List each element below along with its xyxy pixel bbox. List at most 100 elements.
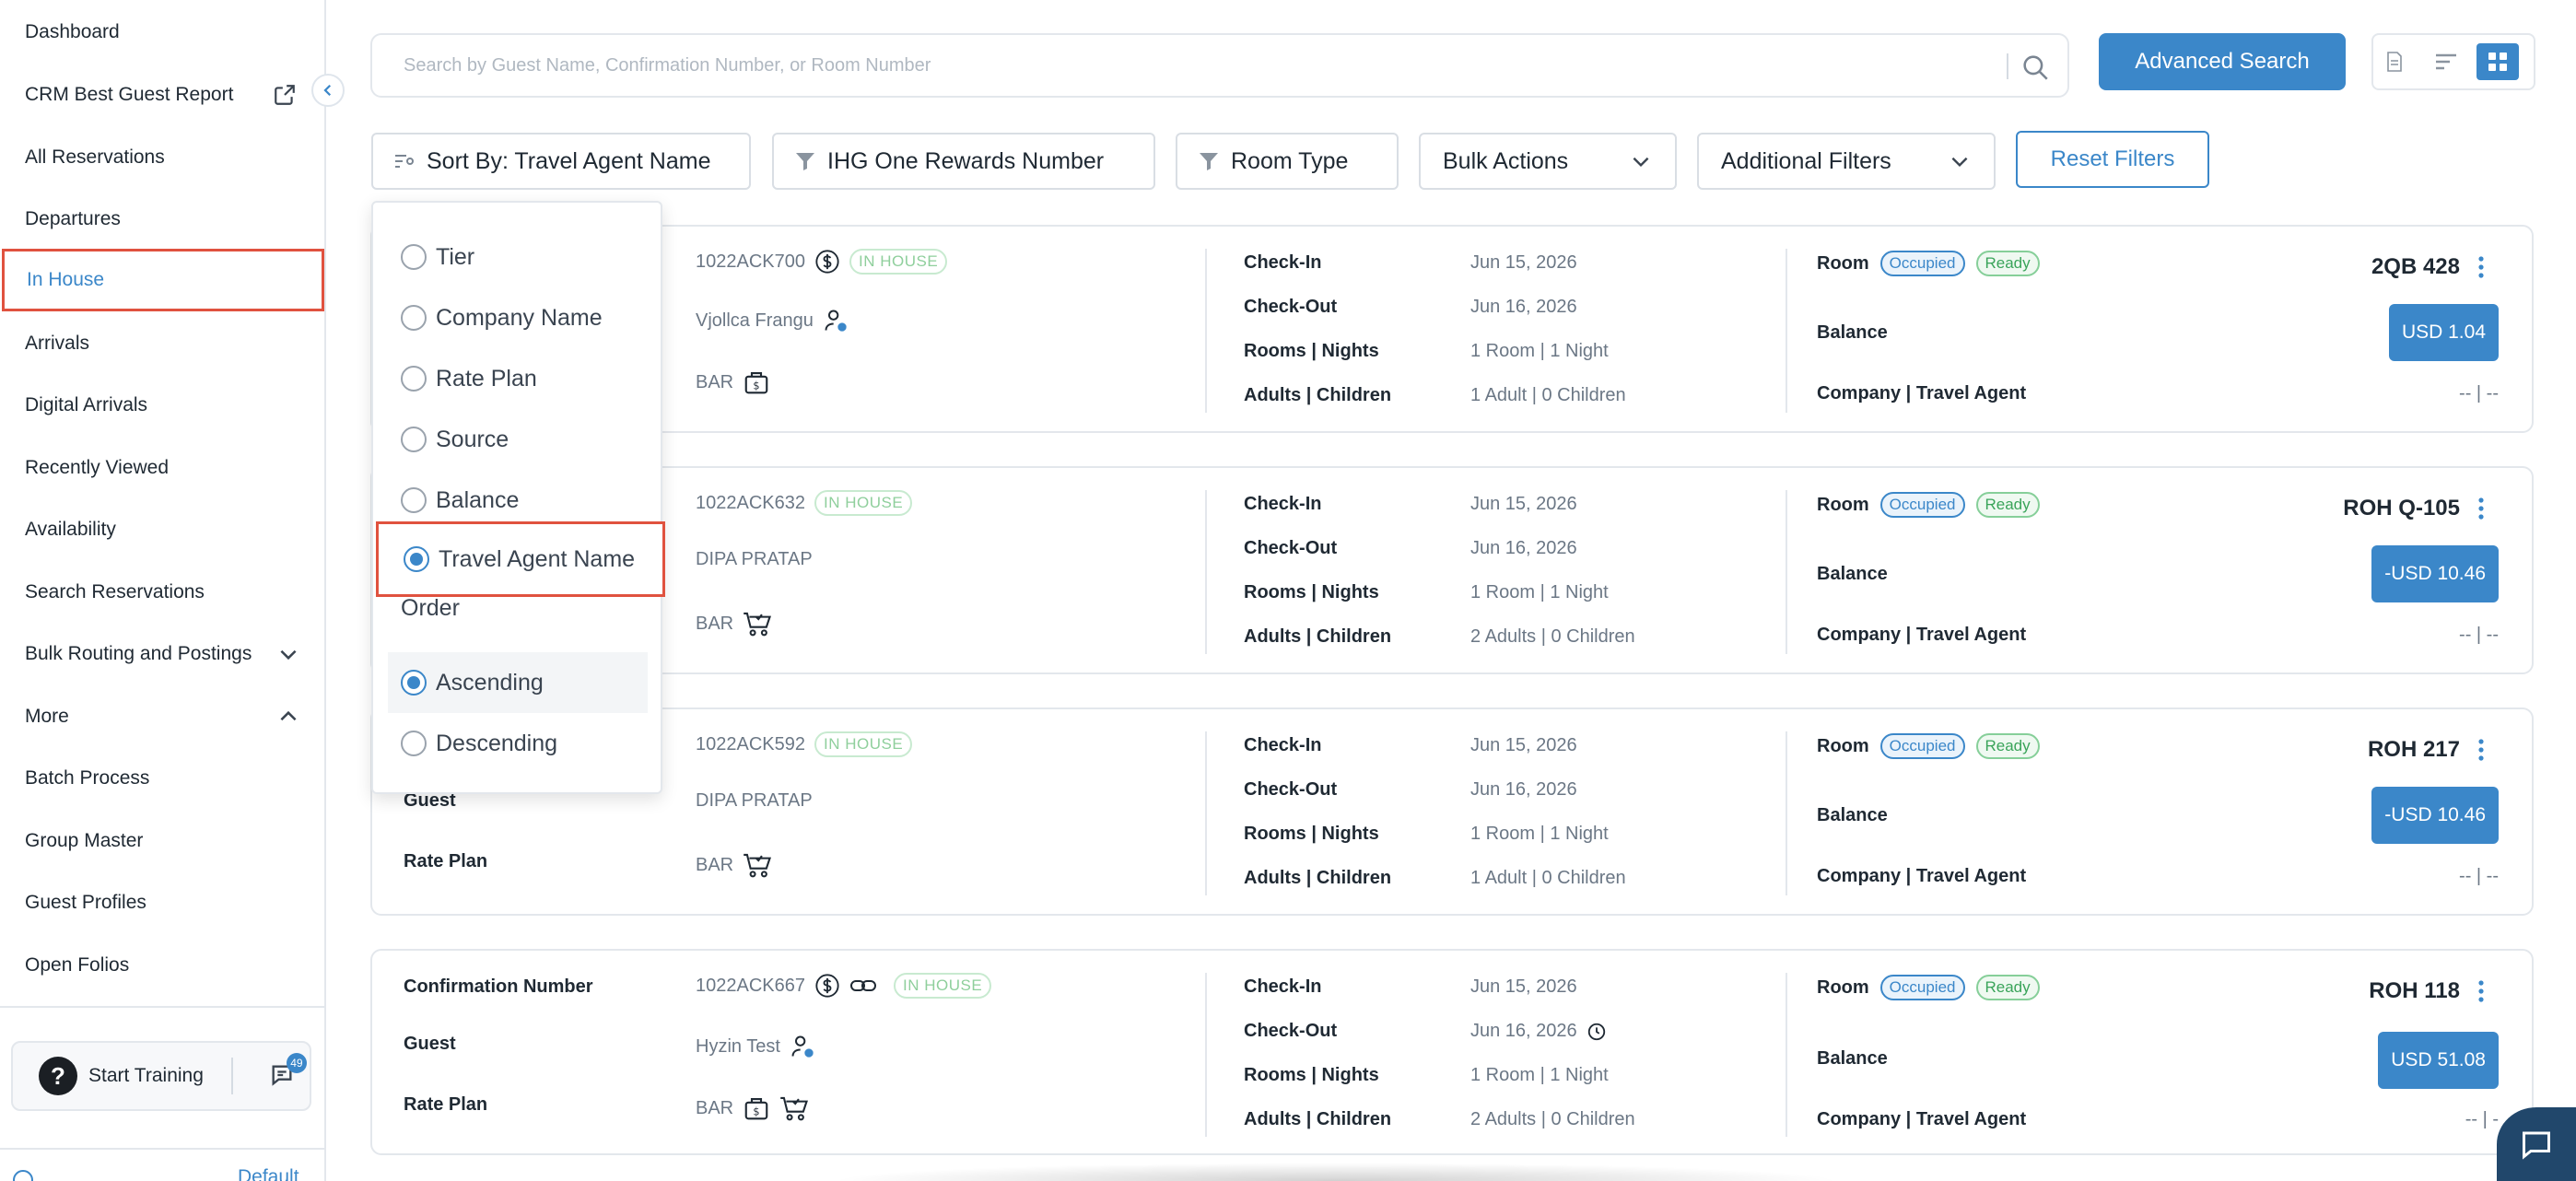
sidebar-item-label: Group Master bbox=[25, 830, 144, 851]
sidebar-item-label: Batch Process bbox=[25, 767, 150, 789]
sort-option-travel-agent-name[interactable]: Travel Agent Name bbox=[376, 521, 665, 597]
grid-view-button[interactable] bbox=[2476, 43, 2519, 80]
confirmation-number[interactable]: 1022ACK700 bbox=[696, 251, 805, 273]
balance-button[interactable]: USD 1.04 bbox=[2388, 304, 2499, 361]
radio-button[interactable] bbox=[401, 427, 427, 452]
radio-button[interactable] bbox=[401, 731, 427, 756]
sidebar-item-batch-process[interactable]: Batch Process bbox=[0, 748, 324, 809]
in-house-tag: IN HOUSE bbox=[849, 249, 948, 275]
order-option-descending[interactable]: Descending bbox=[373, 713, 661, 774]
sidebar-item-availability[interactable]: Availability bbox=[0, 499, 324, 560]
default-profile-link[interactable]: Default bbox=[238, 1166, 299, 1181]
messages-button[interactable]: 49 bbox=[268, 1053, 307, 1090]
room-label: Room bbox=[1817, 252, 1869, 274]
rewards-number-filter[interactable]: IHG One Rewards Number bbox=[772, 133, 1155, 190]
room-label: Room bbox=[1817, 735, 1869, 756]
room-type-filter[interactable]: Room Type bbox=[1176, 133, 1399, 190]
radio-button[interactable] bbox=[401, 366, 427, 392]
room-number[interactable]: ROH 217 bbox=[2368, 737, 2460, 763]
check-in-date: Jun 15, 2026 bbox=[1470, 976, 1577, 997]
guest-profile-icon[interactable] bbox=[823, 308, 849, 333]
room-number[interactable]: ROH Q-105 bbox=[2343, 496, 2460, 521]
sidebar-item-recently-viewed[interactable]: Recently Viewed bbox=[0, 438, 324, 498]
radio-button[interactable] bbox=[401, 244, 427, 270]
collapse-sidebar-button[interactable] bbox=[311, 74, 345, 107]
sort-option-tier[interactable]: Tier bbox=[373, 227, 661, 287]
confirmation-number[interactable]: 1022ACK592 bbox=[696, 734, 805, 755]
radio-button[interactable] bbox=[401, 305, 427, 331]
sidebar-item-label: Digital Arrivals bbox=[25, 394, 148, 415]
balance-button[interactable]: -USD 10.46 bbox=[2371, 787, 2499, 844]
divider bbox=[1786, 731, 1787, 895]
sort-option-source[interactable]: Source bbox=[373, 409, 661, 470]
order-option-ascending[interactable]: Ascending bbox=[388, 652, 648, 713]
room-number[interactable]: 2QB 428 bbox=[2371, 254, 2460, 280]
divider bbox=[2007, 53, 2008, 79]
rewards-number-label: IHG One Rewards Number bbox=[827, 147, 1105, 174]
list-view-button[interactable] bbox=[2425, 43, 2467, 80]
radio-button-checked[interactable] bbox=[404, 546, 429, 572]
sidebar-item-guest-profiles[interactable]: Guest Profiles bbox=[0, 872, 324, 933]
sidebar-item-more[interactable]: More bbox=[0, 686, 324, 747]
confirmation-number[interactable]: 1022ACK667 bbox=[696, 976, 805, 997]
reservation-card[interactable]: Guest Rate Plan 1022ACK592 IN HOUSE DIPA… bbox=[370, 707, 2534, 916]
room-number[interactable]: ROH 118 bbox=[2369, 978, 2460, 1004]
view-toggle bbox=[2371, 33, 2535, 90]
sort-option-label: Source bbox=[436, 426, 509, 452]
reset-filters-button[interactable]: Reset Filters bbox=[2016, 131, 2209, 188]
sort-option-rate-plan[interactable]: Rate Plan bbox=[373, 348, 661, 409]
document-view-button[interactable] bbox=[2373, 43, 2416, 80]
sidebar-item-label: More bbox=[25, 706, 69, 727]
bulk-actions-dropdown[interactable]: Bulk Actions bbox=[1419, 133, 1677, 190]
sidebar-item-in-house[interactable]: In House bbox=[2, 249, 324, 311]
info-icon[interactable] bbox=[13, 1170, 33, 1181]
cart-icon bbox=[780, 1096, 809, 1121]
confirmation-number[interactable]: 1022ACK632 bbox=[696, 493, 805, 514]
sidebar-item-arrivals[interactable]: Arrivals bbox=[0, 313, 324, 374]
advanced-search-button[interactable]: Advanced Search bbox=[2099, 33, 2346, 90]
kebab-icon[interactable] bbox=[2478, 497, 2484, 520]
guest-name[interactable]: Vjollca Frangu bbox=[696, 310, 814, 332]
sidebar-item-all-reservations[interactable]: All Reservations bbox=[0, 127, 324, 188]
svg-text:$: $ bbox=[754, 1106, 760, 1118]
chevron-up-icon[interactable] bbox=[276, 705, 300, 729]
sidebar-item-dashboard[interactable]: Dashboard bbox=[0, 2, 324, 63]
sidebar-item-departures[interactable]: Departures bbox=[0, 189, 324, 250]
chat-support-button[interactable] bbox=[2497, 1107, 2576, 1181]
sidebar-item-crm-best-guest-report[interactable]: CRM Best Guest Report bbox=[0, 64, 324, 125]
help-icon[interactable]: ? bbox=[39, 1057, 77, 1095]
radio-button-checked[interactable] bbox=[401, 670, 427, 696]
divider bbox=[1786, 490, 1787, 654]
guest-profile-icon[interactable] bbox=[790, 1034, 815, 1059]
reservation-card[interactable]: 1022ACK700 IN HOUSE Vjollca Frangu BAR $… bbox=[370, 225, 2534, 433]
guest-name[interactable]: DIPA PRATAP bbox=[696, 790, 813, 812]
search-input[interactable] bbox=[404, 35, 1970, 96]
chevron-down-icon[interactable] bbox=[276, 642, 300, 666]
external-link-icon[interactable] bbox=[273, 83, 297, 107]
kebab-icon[interactable] bbox=[2478, 980, 2484, 1002]
kebab-icon[interactable] bbox=[2478, 739, 2484, 761]
sort-option-company-name[interactable]: Company Name bbox=[373, 287, 661, 348]
balance-button[interactable]: USD 51.08 bbox=[2378, 1032, 2499, 1089]
sidebar-item-digital-arrivals[interactable]: Digital Arrivals bbox=[0, 375, 324, 436]
sidebar-item-label: In House bbox=[27, 269, 105, 290]
start-training-button[interactable]: Start Training bbox=[88, 1065, 204, 1087]
additional-filters-dropdown[interactable]: Additional Filters bbox=[1697, 133, 1996, 190]
adults-children: 1 Adult | 0 Children bbox=[1470, 868, 1626, 888]
sidebar-item-group-master[interactable]: Group Master bbox=[0, 811, 324, 871]
sidebar-item-open-folios[interactable]: Open Folios bbox=[0, 935, 324, 996]
kebab-icon[interactable] bbox=[2478, 256, 2484, 278]
sidebar-item-label: Arrivals bbox=[25, 333, 90, 354]
guest-name[interactable]: Hyzin Test bbox=[696, 1036, 780, 1058]
balance-button[interactable]: -USD 10.46 bbox=[2371, 545, 2499, 602]
sidebar-item-search-reservations[interactable]: Search Reservations bbox=[0, 562, 324, 623]
guest-name[interactable]: DIPA PRATAP bbox=[696, 549, 813, 570]
radio-button[interactable] bbox=[401, 487, 427, 513]
reservation-card[interactable]: Confirmation Number Guest Rate Plan 1022… bbox=[370, 949, 2534, 1155]
search-icon[interactable] bbox=[2020, 52, 2051, 83]
sort-by-dropdown: Tier Company Name Rate Plan Source Balan… bbox=[371, 201, 665, 794]
sort-by-select[interactable]: Sort By: Travel Agent Name bbox=[371, 133, 751, 190]
sidebar-item-bulk-routing[interactable]: Bulk Routing and Postings bbox=[0, 624, 324, 684]
reservation-card[interactable]: 1022ACK632 IN HOUSE DIPA PRATAP BAR Chec… bbox=[370, 466, 2534, 674]
sidebar-item-label: Departures bbox=[25, 208, 121, 229]
